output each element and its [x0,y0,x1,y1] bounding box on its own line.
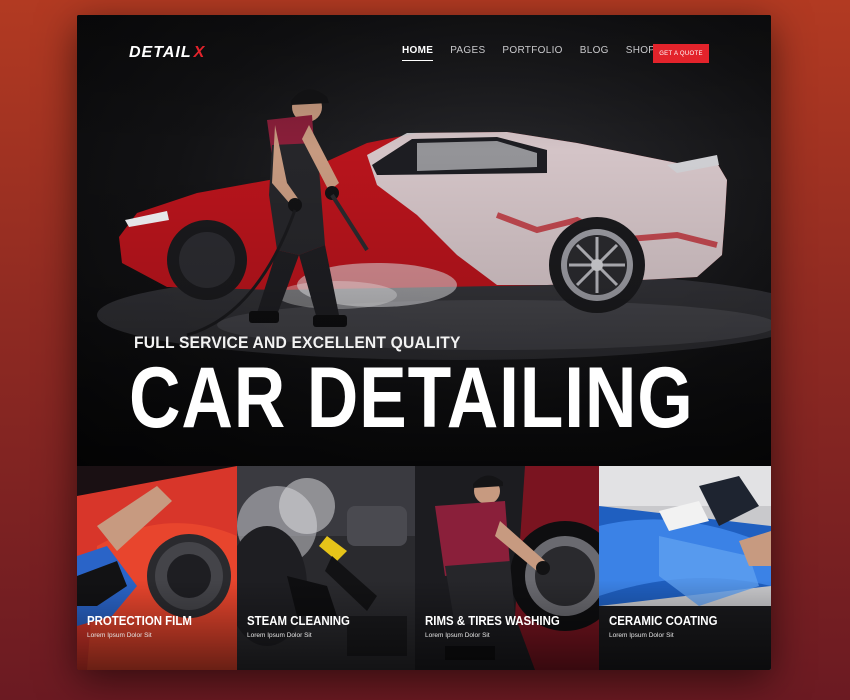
website-frame: DETAIL X HOME PAGES PORTFOLIO BLOG SHOP G… [77,15,771,670]
service-title: PROTECTION FILM [87,613,192,628]
service-subtitle: Lorem Ipsum Dolor Sit [609,632,674,639]
service-card-ceramic-coating[interactable]: CERAMIC COATING Lorem Ipsum Dolor Sit [599,466,771,670]
service-card-rims-tires-washing[interactable]: RIMS & TIRES WASHING Lorem Ipsum Dolor S… [415,466,599,670]
logo-accent: X [193,44,206,61]
service-subtitle: Lorem Ipsum Dolor Sit [425,632,490,639]
logo[interactable]: DETAIL X [129,42,205,64]
main-nav: HOME PAGES PORTFOLIO BLOG SHOP [402,45,655,61]
nav-item-blog[interactable]: BLOG [580,45,609,61]
hero-section: DETAIL X HOME PAGES PORTFOLIO BLOG SHOP G… [77,15,771,466]
service-title: RIMS & TIRES WASHING [425,613,560,628]
nav-item-pages[interactable]: PAGES [450,45,485,61]
service-subtitle: Lorem Ipsum Dolor Sit [247,632,312,639]
services-strip: PROTECTION FILM Lorem Ipsum Dolor Sit ST… [77,466,771,670]
nav-item-home[interactable]: HOME [402,45,434,61]
service-card-protection-film[interactable]: PROTECTION FILM Lorem Ipsum Dolor Sit [77,466,237,670]
nav-item-portfolio[interactable]: PORTFOLIO [502,45,562,61]
service-subtitle: Lorem Ipsum Dolor Sit [87,632,152,639]
logo-text: DETAIL [129,44,192,61]
get-a-quote-button[interactable]: GET A QUOTE [653,44,709,63]
service-title: STEAM CLEANING [247,613,350,628]
hero-headline: CAR DETAILING [129,350,694,446]
service-title: CERAMIC COATING [609,613,718,628]
nav-item-shop[interactable]: SHOP [626,45,656,61]
service-card-steam-cleaning[interactable]: STEAM CLEANING Lorem Ipsum Dolor Sit [237,466,415,670]
